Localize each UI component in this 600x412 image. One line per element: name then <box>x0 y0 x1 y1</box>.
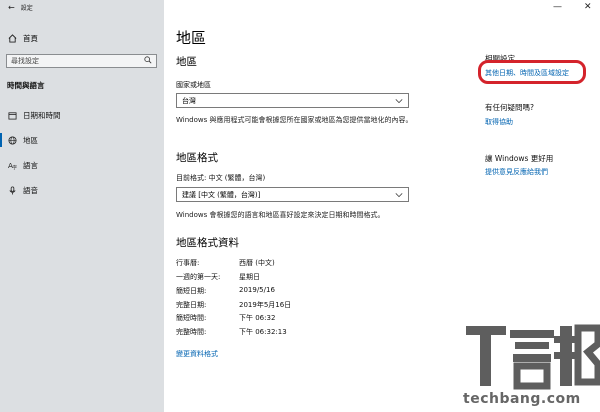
row-value: 星期日 <box>239 273 260 281</box>
format-data-row: 簡短時間: 下午 06:32 <box>176 313 275 323</box>
improve-heading: 讓 Windows 更好用 <box>485 154 554 163</box>
row-label: 完整時間: <box>176 328 207 336</box>
sidebar-item-label: 首頁 <box>23 34 38 43</box>
row-label: 簡短日期: <box>176 287 207 295</box>
format-data-row: 一週的第一天: 星期日 <box>176 272 260 282</box>
row-value: 下午 06:32:13 <box>239 328 287 336</box>
format-data-row: 行事曆: 西曆 (中文) <box>176 258 275 268</box>
row-label: 一週的第一天: <box>176 273 221 281</box>
window-title: 設定 <box>20 5 33 12</box>
get-help-link[interactable]: 取得協助 <box>485 117 513 127</box>
active-indicator <box>0 133 2 147</box>
sidebar-item-language[interactable]: A字 語言 <box>7 160 39 171</box>
home-icon <box>7 34 17 44</box>
chevron-down-icon <box>395 97 403 105</box>
row-label: 行事曆: <box>176 259 200 267</box>
format-data-row: 完整時間: 下午 06:32:13 <box>176 327 287 337</box>
row-value: 下午 06:32 <box>239 314 276 322</box>
format-select[interactable]: 建議 [中文 (繁體，台灣)] <box>176 187 409 202</box>
other-date-time-region-link[interactable]: 其他日期、時間及區域設定 <box>485 68 569 78</box>
language-icon: A字 <box>7 161 17 171</box>
row-label: 完整日期: <box>176 301 207 309</box>
country-select-value: 台灣 <box>182 96 196 105</box>
calendar-clock-icon <box>7 111 17 121</box>
country-select[interactable]: 台灣 <box>176 93 409 108</box>
search-input[interactable]: 尋找設定 <box>6 54 157 68</box>
sidebar-item-date-time[interactable]: 日期和時間 <box>7 110 61 121</box>
format-data-row: 簡短日期: 2019/5/16 <box>176 286 275 296</box>
row-value: 2019年5月16日 <box>239 301 292 309</box>
chevron-down-icon <box>395 191 403 199</box>
window-title-bar: ← 設定 <box>8 3 33 12</box>
sidebar: ← 設定 首頁 尋找設定 時間與語言 日期和時間 地區 A字 語言 語音 <box>0 0 164 412</box>
minimize-button[interactable]: — <box>553 2 562 12</box>
row-label: 簡短時間: <box>176 314 207 322</box>
page-title: 地區 <box>176 29 207 47</box>
region-heading: 地區 <box>176 56 197 68</box>
sidebar-item-label: 日期和時間 <box>23 111 61 120</box>
change-data-format-link[interactable]: 變更資料格式 <box>176 349 218 359</box>
row-value: 西曆 (中文) <box>239 259 275 267</box>
sidebar-item-label: 語言 <box>23 161 38 170</box>
svg-text:字: 字 <box>12 164 17 170</box>
close-button[interactable]: ✕ <box>584 2 592 12</box>
sidebar-section-title: 時間與語言 <box>7 81 45 90</box>
region-description: Windows 與應用程式可能會根據您所在國家或地區為您提供當地化的內容。 <box>176 116 413 124</box>
sidebar-item-label: 語音 <box>23 186 38 195</box>
search-placeholder: 尋找設定 <box>11 57 39 65</box>
row-value: 2019/5/16 <box>239 286 275 294</box>
format-data-heading: 地區格式資料 <box>176 237 239 249</box>
back-arrow-icon[interactable]: ← <box>8 3 15 12</box>
sidebar-item-home[interactable]: 首頁 <box>7 33 38 44</box>
sidebar-item-region[interactable]: 地區 <box>7 135 38 146</box>
techbang-logo <box>466 324 600 390</box>
feedback-link[interactable]: 提供意見反應給我們 <box>485 167 548 177</box>
current-format-label: 目前格式: 中文 (繁體，台灣) <box>176 174 266 182</box>
sidebar-item-label: 地區 <box>23 136 38 145</box>
help-heading: 有任何疑問嗎? <box>485 103 534 112</box>
format-description: Windows 會根據您的語言和地區喜好設定來決定日期和時間格式。 <box>176 211 385 219</box>
format-select-value: 建議 [中文 (繁體，台灣)] <box>182 190 261 199</box>
search-icon <box>144 56 152 66</box>
country-label: 國家或地區 <box>176 81 211 89</box>
format-data-row: 完整日期: 2019年5月16日 <box>176 300 291 310</box>
globe-icon <box>7 136 17 146</box>
format-heading: 地區格式 <box>176 152 218 164</box>
microphone-icon <box>7 186 17 196</box>
sidebar-item-speech[interactable]: 語音 <box>7 185 38 196</box>
watermark-url: techbang.com <box>463 391 581 407</box>
